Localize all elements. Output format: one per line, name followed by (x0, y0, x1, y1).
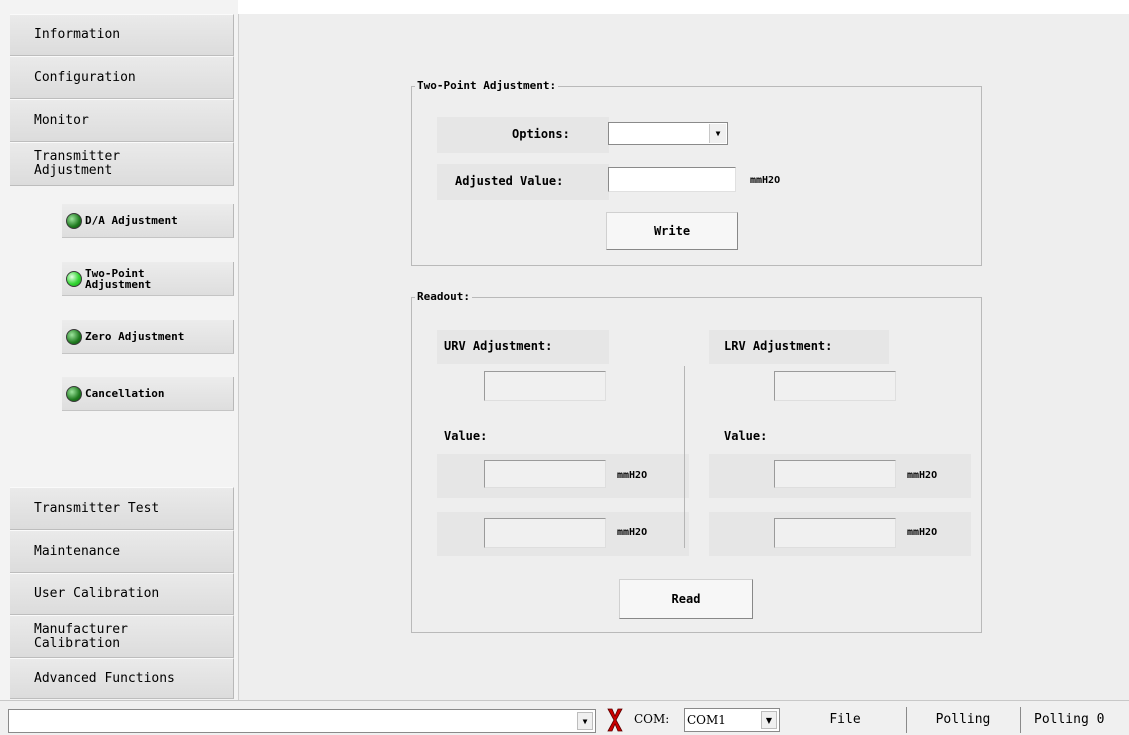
file-status[interactable]: File (785, 707, 905, 731)
nav-label: Maintenance (34, 543, 121, 559)
nav-label: Transmitter Adjustment (34, 149, 121, 178)
lrv-adjustment-field (774, 371, 896, 401)
message-combo[interactable]: ▼ (8, 709, 596, 733)
readout-group-label: Readout: (415, 290, 472, 303)
options-label: Options: (512, 127, 570, 141)
sub-da-adjustment[interactable]: D/A Adjustment (62, 204, 234, 238)
nav-information[interactable]: Information (10, 14, 234, 56)
chevron-down-icon[interactable]: ▼ (761, 711, 777, 729)
status-led-icon (66, 385, 82, 402)
nav-transmitter-test[interactable]: Transmitter Test (10, 487, 234, 530)
urv-value-unit-1: mmH2O (617, 470, 648, 481)
options-dropdown[interactable]: ▼ (608, 122, 728, 145)
main-panel: Two-Point Adjustment: Options: ▼ Adjuste… (238, 14, 1129, 700)
write-button[interactable]: Write (606, 212, 738, 250)
nav-monitor[interactable]: Monitor (10, 99, 234, 142)
lrv-adjustment-label: LRV Adjustment: (724, 339, 833, 353)
urv-value-field-1 (484, 460, 606, 488)
read-button[interactable]: Read (619, 579, 753, 619)
urv-adjustment-label: URV Adjustment: (444, 339, 553, 353)
sub-label: Zero Adjustment (85, 330, 185, 343)
lrv-value-field-2 (774, 518, 896, 548)
nav-label: Advanced Functions (34, 670, 175, 686)
lrv-value-field-1 (774, 460, 896, 488)
nav-advanced-functions[interactable]: Advanced Functions (10, 658, 234, 699)
lrv-value-unit-1: mmH2O (907, 470, 938, 481)
urv-value-unit-2: mmH2O (617, 527, 648, 538)
chevron-down-icon[interactable]: ▼ (577, 712, 593, 730)
nav-label: Configuration (34, 69, 136, 85)
lrv-value-label: Value: (724, 429, 768, 443)
status-led-icon (66, 270, 82, 287)
sub-label: Cancellation (85, 387, 165, 400)
nav-maintenance[interactable]: Maintenance (10, 530, 234, 573)
nav-manufacturer-calibration[interactable]: Manufacturer Calibration (10, 615, 234, 658)
status-divider (906, 707, 907, 733)
sub-zero-adjustment[interactable]: Zero Adjustment (62, 320, 234, 354)
nav-label: Information (34, 27, 121, 42)
navigation-panel: Information Configuration Monitor Transm… (0, 0, 238, 700)
sub-cancellation[interactable]: Cancellation (62, 377, 234, 411)
polling-status: Polling (908, 707, 1018, 731)
nav-label: Monitor (34, 112, 89, 128)
com-port-value: COM1 (687, 713, 726, 727)
nav-label: Transmitter Test (34, 500, 160, 516)
nav-user-calibration[interactable]: User Calibration (10, 573, 234, 615)
readout-divider (684, 366, 685, 548)
status-bar: ▼ COM: COM1 ▼ File Polling Polling 0 (0, 700, 1129, 735)
urv-value-field-2 (484, 518, 606, 548)
urv-adjustment-field (484, 371, 606, 401)
nav-configuration[interactable]: Configuration (10, 56, 234, 99)
lrv-value-unit-2: mmH2O (907, 527, 938, 538)
nav-label: User Calibration (34, 586, 160, 601)
com-port-select[interactable]: COM1 ▼ (684, 708, 780, 732)
sub-two-point-adjustment[interactable]: Two-Point Adjustment (62, 262, 234, 296)
adjusted-value-input[interactable] (608, 167, 736, 192)
status-divider (1020, 707, 1021, 733)
nav-label: Manufacturer Calibration (34, 621, 128, 651)
two-point-group-label: Two-Point Adjustment: (415, 79, 559, 92)
status-led-icon (66, 328, 82, 345)
status-led-icon (66, 212, 82, 229)
urv-value-label: Value: (444, 429, 488, 443)
sub-label: Two-Point Adjustment (85, 266, 152, 291)
adjusted-value-label: Adjusted Value: (455, 174, 564, 188)
chevron-down-icon[interactable]: ▼ (709, 124, 726, 143)
sub-label: D/A Adjustment (85, 214, 178, 227)
nav-transmitter-adjustment[interactable]: Transmitter Adjustment (10, 142, 234, 186)
disconnect-x-icon (607, 708, 623, 732)
polling-count: Polling 0 (1022, 707, 1129, 731)
com-label: COM: (634, 712, 670, 726)
adjusted-value-unit: mmH2O (750, 175, 781, 186)
